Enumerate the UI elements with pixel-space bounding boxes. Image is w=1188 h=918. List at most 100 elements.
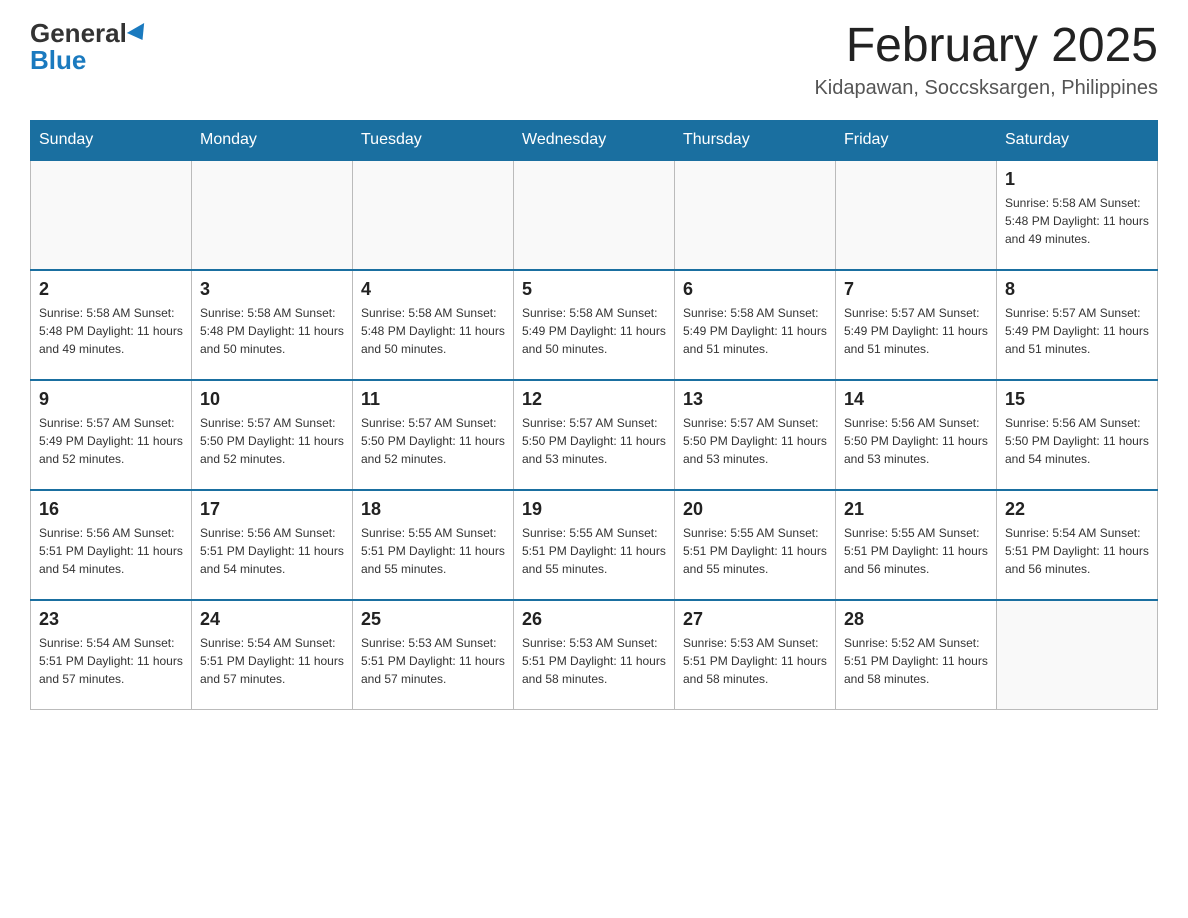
calendar-week-row: 1 Sunrise: 5:58 AM Sunset: 5:48 PM Daylig… — [31, 160, 1158, 270]
table-row — [514, 160, 675, 270]
month-year-title: February 2025 — [814, 20, 1158, 73]
day-number: 14 — [844, 389, 988, 410]
table-row: 16 Sunrise: 5:56 AM Sunset: 5:51 PM Dayli… — [31, 490, 192, 600]
table-row: 15 Sunrise: 5:56 AM Sunset: 5:50 PM Dayli… — [997, 380, 1158, 490]
table-row — [31, 160, 192, 270]
day-number: 17 — [200, 499, 344, 520]
table-row: 24Sunrise: 5:54 AM Sunset: 5:51 PM Dayli… — [192, 600, 353, 710]
location-subtitle: Kidapawan, Soccsksargen, Philippines — [814, 77, 1158, 100]
day-info: Sunrise: 5:58 AM Sunset: 5:48 PM Dayligh… — [39, 304, 183, 358]
calendar-week-row: 23 Sunrise: 5:54 AM Sunset: 5:51 PM Dayli… — [31, 600, 1158, 710]
day-number: 26 — [522, 609, 666, 630]
table-row: 14 Sunrise: 5:56 AM Sunset: 5:50 PM Dayli… — [836, 380, 997, 490]
day-number: 23 — [39, 609, 183, 630]
table-row: 28Sunrise: 5:52 AM Sunset: 5:51 PM Dayli… — [836, 600, 997, 710]
day-number: 16 — [39, 499, 183, 520]
calendar-week-row: 9 Sunrise: 5:57 AM Sunset: 5:49 PM Daylig… — [31, 380, 1158, 490]
day-info: Sunrise: 5:56 AM Sunset: 5:51 PM Dayligh… — [39, 524, 183, 578]
day-number: 25 — [361, 609, 505, 630]
day-number: 27 — [683, 609, 827, 630]
table-row: 10 Sunrise: 5:57 AM Sunset: 5:50 PM Dayli… — [192, 380, 353, 490]
logo-blue-text: Blue — [30, 45, 86, 75]
day-info: Sunrise: 5:57 AM Sunset: 5:49 PM Dayligh… — [39, 414, 183, 468]
day-info: Sunrise: 5:57 AM Sunset: 5:50 PM Dayligh… — [683, 414, 827, 468]
day-number: 21 — [844, 499, 988, 520]
table-row: 12 Sunrise: 5:57 AM Sunset: 5:50 PM Dayli… — [514, 380, 675, 490]
day-number: 11 — [361, 389, 505, 410]
table-row: 6 Sunrise: 5:58 AM Sunset: 5:49 PM Daylig… — [675, 270, 836, 380]
day-number: 6 — [683, 279, 827, 300]
table-row: 25 Sunrise: 5:53 AM Sunset: 5:51 PM Dayli… — [353, 600, 514, 710]
day-info: Sunrise: 5:52 AM Sunset: 5:51 PM Dayligh… — [844, 634, 988, 688]
day-info: Sunrise: 5:56 AM Sunset: 5:51 PM Dayligh… — [200, 524, 344, 578]
table-row — [997, 600, 1158, 710]
header-wednesday: Wednesday — [514, 120, 675, 160]
day-info: Sunrise: 5:58 AM Sunset: 5:48 PM Dayligh… — [200, 304, 344, 358]
day-number: 3 — [200, 279, 344, 300]
day-number: 2 — [39, 279, 183, 300]
table-row: 21Sunrise: 5:55 AM Sunset: 5:51 PM Dayli… — [836, 490, 997, 600]
day-info: Sunrise: 5:54 AM Sunset: 5:51 PM Dayligh… — [39, 634, 183, 688]
day-number: 10 — [200, 389, 344, 410]
day-info: Sunrise: 5:55 AM Sunset: 5:51 PM Dayligh… — [361, 524, 505, 578]
day-info: Sunrise: 5:57 AM Sunset: 5:50 PM Dayligh… — [200, 414, 344, 468]
table-row: 20 Sunrise: 5:55 AM Sunset: 5:51 PM Dayli… — [675, 490, 836, 600]
day-number: 4 — [361, 279, 505, 300]
day-number: 8 — [1005, 279, 1149, 300]
day-number: 24 — [200, 609, 344, 630]
day-number: 9 — [39, 389, 183, 410]
header-tuesday: Tuesday — [353, 120, 514, 160]
day-number: 5 — [522, 279, 666, 300]
day-info: Sunrise: 5:58 AM Sunset: 5:49 PM Dayligh… — [683, 304, 827, 358]
table-row: 7Sunrise: 5:57 AM Sunset: 5:49 PM Daylig… — [836, 270, 997, 380]
day-info: Sunrise: 5:58 AM Sunset: 5:48 PM Dayligh… — [361, 304, 505, 358]
day-number: 1 — [1005, 169, 1149, 190]
table-row: 1 Sunrise: 5:58 AM Sunset: 5:48 PM Daylig… — [997, 160, 1158, 270]
table-row: 4 Sunrise: 5:58 AM Sunset: 5:48 PM Daylig… — [353, 270, 514, 380]
table-row: 19 Sunrise: 5:55 AM Sunset: 5:51 PM Dayli… — [514, 490, 675, 600]
day-info: Sunrise: 5:56 AM Sunset: 5:50 PM Dayligh… — [844, 414, 988, 468]
table-row: 13Sunrise: 5:57 AM Sunset: 5:50 PM Dayli… — [675, 380, 836, 490]
table-row — [675, 160, 836, 270]
table-row: 18 Sunrise: 5:55 AM Sunset: 5:51 PM Dayli… — [353, 490, 514, 600]
day-number: 15 — [1005, 389, 1149, 410]
header-sunday: Sunday — [31, 120, 192, 160]
day-number: 20 — [683, 499, 827, 520]
calendar-week-row: 16 Sunrise: 5:56 AM Sunset: 5:51 PM Dayli… — [31, 490, 1158, 600]
table-row — [192, 160, 353, 270]
table-row: 22 Sunrise: 5:54 AM Sunset: 5:51 PM Dayli… — [997, 490, 1158, 600]
logo: General Blue — [30, 20, 149, 74]
table-row: 5 Sunrise: 5:58 AM Sunset: 5:49 PM Daylig… — [514, 270, 675, 380]
calendar-week-row: 2 Sunrise: 5:58 AM Sunset: 5:48 PM Daylig… — [31, 270, 1158, 380]
day-number: 7 — [844, 279, 988, 300]
day-info: Sunrise: 5:58 AM Sunset: 5:48 PM Dayligh… — [1005, 194, 1149, 248]
day-number: 22 — [1005, 499, 1149, 520]
day-number: 19 — [522, 499, 666, 520]
day-number: 12 — [522, 389, 666, 410]
day-info: Sunrise: 5:53 AM Sunset: 5:51 PM Dayligh… — [361, 634, 505, 688]
day-info: Sunrise: 5:56 AM Sunset: 5:50 PM Dayligh… — [1005, 414, 1149, 468]
day-info: Sunrise: 5:55 AM Sunset: 5:51 PM Dayligh… — [683, 524, 827, 578]
day-info: Sunrise: 5:57 AM Sunset: 5:50 PM Dayligh… — [522, 414, 666, 468]
header-monday: Monday — [192, 120, 353, 160]
day-number: 18 — [361, 499, 505, 520]
day-info: Sunrise: 5:55 AM Sunset: 5:51 PM Dayligh… — [522, 524, 666, 578]
page-header: General Blue February 2025 Kidapawan, So… — [30, 20, 1158, 100]
logo-general-text: General — [30, 18, 127, 48]
table-row: 26 Sunrise: 5:53 AM Sunset: 5:51 PM Dayli… — [514, 600, 675, 710]
header-thursday: Thursday — [675, 120, 836, 160]
day-info: Sunrise: 5:54 AM Sunset: 5:51 PM Dayligh… — [1005, 524, 1149, 578]
table-row: 27Sunrise: 5:53 AM Sunset: 5:51 PM Dayli… — [675, 600, 836, 710]
header-friday: Friday — [836, 120, 997, 160]
table-row — [353, 160, 514, 270]
day-info: Sunrise: 5:57 AM Sunset: 5:49 PM Dayligh… — [1005, 304, 1149, 358]
table-row: 11 Sunrise: 5:57 AM Sunset: 5:50 PM Dayli… — [353, 380, 514, 490]
day-info: Sunrise: 5:57 AM Sunset: 5:50 PM Dayligh… — [361, 414, 505, 468]
table-row: 3 Sunrise: 5:58 AM Sunset: 5:48 PM Daylig… — [192, 270, 353, 380]
title-block: February 2025 Kidapawan, Soccsksargen, P… — [814, 20, 1158, 100]
calendar-header-row: Sunday Monday Tuesday Wednesday Thursday… — [31, 120, 1158, 160]
day-info: Sunrise: 5:58 AM Sunset: 5:49 PM Dayligh… — [522, 304, 666, 358]
day-info: Sunrise: 5:53 AM Sunset: 5:51 PM Dayligh… — [522, 634, 666, 688]
logo-row1: General — [30, 20, 149, 47]
calendar-table: Sunday Monday Tuesday Wednesday Thursday… — [30, 120, 1158, 711]
